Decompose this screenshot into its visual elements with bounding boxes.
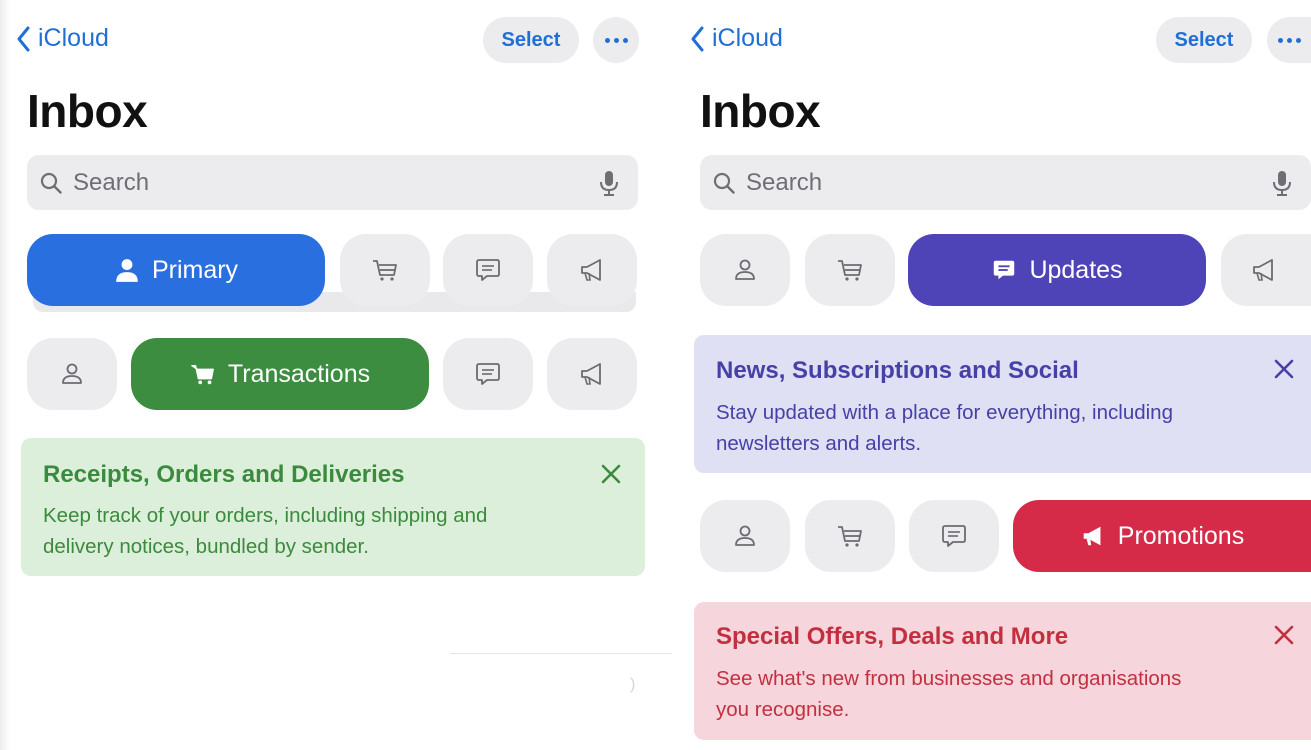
back-label: iCloud [38, 24, 109, 52]
tab-promotions[interactable]: Promotions [1013, 500, 1311, 572]
page-title: Inbox [700, 85, 821, 137]
close-icon[interactable] [1272, 357, 1296, 381]
tab-primary[interactable]: Primary [27, 234, 325, 306]
more-button[interactable] [593, 17, 639, 63]
faint-glyph: ) [630, 676, 636, 693]
page-title: Inbox [27, 85, 148, 137]
banner-title: Receipts, Orders and Deliveries [43, 461, 405, 488]
tab-label: Transactions [227, 359, 371, 388]
tab-primary[interactable] [27, 338, 117, 410]
ellipsis-icon [604, 37, 628, 43]
microphone-icon[interactable] [1271, 169, 1293, 197]
cart-icon [191, 364, 214, 385]
select-button[interactable]: Select [1156, 17, 1252, 63]
tab-transactions[interactable] [805, 500, 895, 572]
back-label: iCloud [712, 24, 783, 52]
cart-icon [373, 260, 397, 281]
screen-divider [672, 0, 680, 750]
promotions-info-banner: Special Offers, Deals and More See what'… [694, 602, 1311, 740]
search-input[interactable]: Search [27, 155, 638, 210]
banner-description-line-2: you recognise. [716, 698, 850, 721]
tab-promotions[interactable] [1221, 234, 1311, 306]
tab-updates[interactable] [909, 500, 999, 572]
close-icon[interactable] [599, 462, 623, 486]
more-button[interactable] [1267, 17, 1311, 63]
tab-transactions[interactable]: Transactions [131, 338, 429, 410]
banner-description-line-2: delivery notices, bundled by sender. [43, 535, 369, 558]
chat-bubble-icon [476, 363, 500, 385]
right-screen: iCloud Select Inbox Search Updates News,… [680, 0, 1311, 750]
select-button[interactable]: Select [483, 17, 579, 63]
banner-description-line-1: See what's new from businesses and organ… [716, 667, 1182, 690]
chat-bubble-icon [994, 260, 1015, 280]
tab-promotions[interactable] [547, 234, 637, 306]
person-icon [62, 363, 82, 384]
search-input[interactable]: Search [700, 155, 1311, 210]
tab-primary[interactable] [700, 500, 790, 572]
tab-label: Promotions [1117, 521, 1245, 550]
tab-primary[interactable] [700, 234, 790, 306]
banner-description-line-1: Stay updated with a place for everything… [716, 401, 1173, 424]
back-button[interactable]: iCloud [16, 24, 109, 53]
tab-updates[interactable]: Updates [908, 234, 1206, 306]
tab-label: Primary [151, 255, 239, 284]
person-icon [735, 525, 755, 546]
person-icon [735, 259, 755, 280]
tab-updates[interactable] [443, 234, 533, 306]
divider-line [450, 653, 672, 654]
search-icon [40, 172, 62, 194]
megaphone-icon [1083, 526, 1101, 546]
megaphone-icon [581, 259, 601, 281]
transactions-info-banner: Receipts, Orders and Deliveries Keep tra… [21, 438, 645, 576]
tab-label: Updates [1029, 255, 1123, 284]
left-screen: iCloud Select Inbox Search Primary Trans… [0, 0, 672, 750]
megaphone-icon [1253, 259, 1273, 281]
updates-info-banner: News, Subscriptions and Social Stay upda… [694, 335, 1311, 473]
chevron-left-icon [17, 26, 30, 51]
megaphone-icon [581, 363, 601, 385]
search-placeholder: Search [746, 168, 823, 196]
banner-description-line-2: newsletters and alerts. [716, 432, 922, 455]
microphone-icon[interactable] [598, 169, 620, 197]
back-button[interactable]: iCloud [690, 24, 783, 53]
tab-transactions[interactable] [340, 234, 430, 306]
tab-updates[interactable] [443, 338, 533, 410]
banner-description-line-1: Keep track of your orders, including shi… [43, 504, 488, 527]
edge-shadow [0, 0, 10, 750]
cart-icon [838, 526, 862, 547]
tab-promotions[interactable] [547, 338, 637, 410]
chat-bubble-icon [942, 525, 966, 547]
banner-title: News, Subscriptions and Social [716, 357, 1079, 384]
search-placeholder: Search [73, 168, 150, 196]
close-icon[interactable] [1272, 623, 1296, 647]
chat-bubble-icon [476, 259, 500, 281]
cart-icon [838, 260, 862, 281]
banner-title: Special Offers, Deals and More [716, 623, 1069, 650]
ellipsis-icon [1277, 37, 1301, 43]
person-icon [116, 259, 138, 282]
chevron-left-icon [691, 26, 704, 51]
search-icon [713, 172, 735, 194]
tab-transactions[interactable] [805, 234, 895, 306]
